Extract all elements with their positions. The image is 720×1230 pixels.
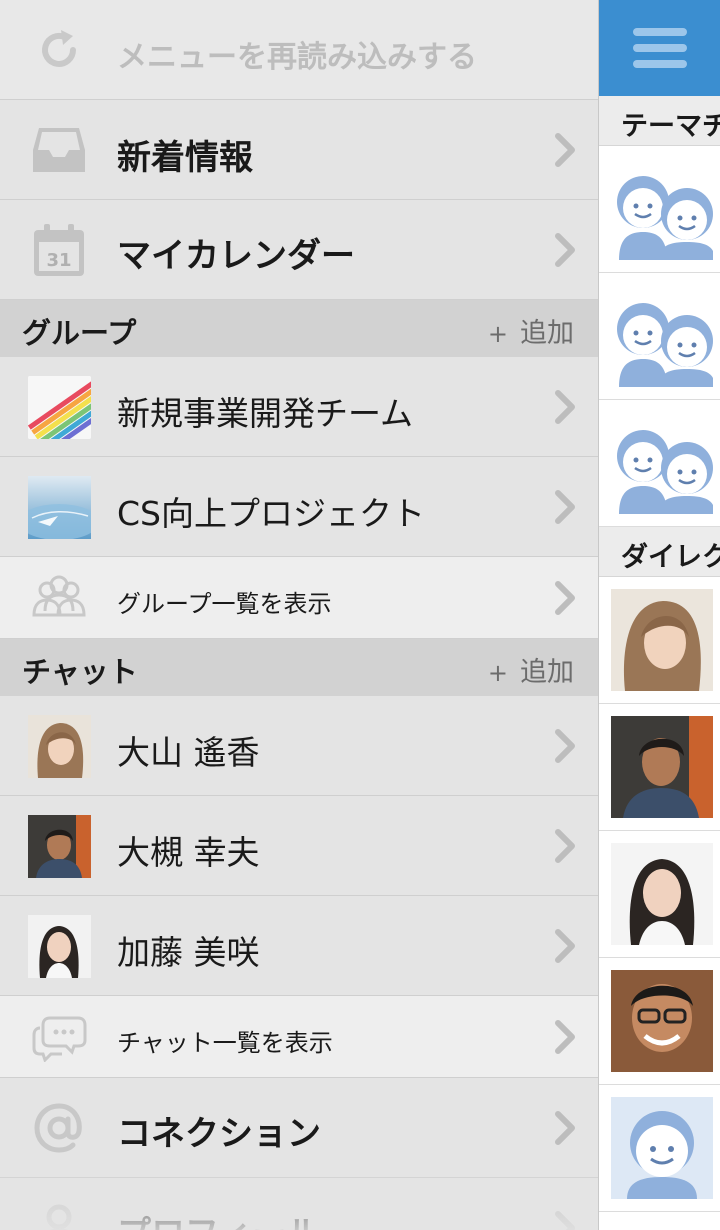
chevron-right-icon <box>555 929 575 963</box>
chat-item[interactable]: 大山 遙香 <box>0 696 598 796</box>
group-thumbnail <box>27 475 91 539</box>
group-section-header: グループ + 追加 <box>0 300 598 357</box>
chevron-right-icon <box>555 133 575 167</box>
avatar <box>611 970 713 1072</box>
group-people-icon <box>27 566 91 630</box>
chevron-right-icon <box>555 490 575 524</box>
profile-label: プロフィール <box>117 1206 320 1230</box>
theme-chat-row[interactable] <box>599 400 720 527</box>
theme-chat-row[interactable] <box>599 146 720 273</box>
avatar <box>27 814 91 878</box>
chevron-right-icon <box>555 829 575 863</box>
news-label: 新着情報 <box>117 138 253 178</box>
group-item-label: CS向上プロジェクト <box>117 494 425 533</box>
profile-menu-item[interactable]: プロフィール <box>0 1178 598 1230</box>
reload-icon <box>27 18 91 82</box>
theme-chat-section-header: テーマチャット <box>599 96 720 146</box>
chat-item-label: 大槻 幸夫 <box>117 833 260 872</box>
group-list-link[interactable]: グループ一覧を表示 <box>0 557 598 639</box>
connection-menu-item[interactable]: コネクション <box>0 1078 598 1178</box>
direct-chat-row[interactable] <box>599 831 720 958</box>
group-section-title: グループ <box>22 316 137 350</box>
chat-list-label: チャット一覧を表示 <box>117 1029 333 1057</box>
main-content-peek[interactable]: テーマチャット <box>598 0 720 1230</box>
at-sign-icon <box>27 1096 91 1160</box>
chevron-right-icon <box>555 233 575 267</box>
add-chat-button[interactable]: + 追加 <box>488 650 574 689</box>
direct-chat-row[interactable] <box>599 704 720 831</box>
group-item-label: 新規事業開発チーム <box>117 394 414 433</box>
chevron-right-icon <box>555 1020 575 1054</box>
chat-bubbles-icon <box>27 1005 91 1069</box>
chat-item[interactable]: 大槻 幸夫 <box>0 796 598 896</box>
avatar <box>27 714 91 778</box>
chat-item-label: 大山 遙香 <box>117 733 260 772</box>
calendar-icon: 31 <box>27 218 91 282</box>
chat-list-link[interactable]: チャット一覧を表示 <box>0 996 598 1078</box>
globe-image <box>27 475 91 539</box>
profile-icon <box>27 1196 91 1230</box>
plus-icon: + <box>487 659 508 687</box>
calendar-label: マイカレンダー <box>117 236 355 276</box>
group-avatar-icon <box>611 412 713 514</box>
connection-label: コネクション <box>117 1114 321 1154</box>
group-avatar-icon <box>611 158 713 260</box>
add-group-button[interactable]: + 追加 <box>488 311 574 350</box>
direct-chat-row[interactable] <box>599 577 720 704</box>
svg-text:31: 31 <box>46 250 71 271</box>
group-thumbnail <box>27 375 91 439</box>
theme-chat-section-title: テーマチャット <box>621 111 720 142</box>
color-pencils-image <box>27 375 91 439</box>
group-item[interactable]: 新規事業開発チーム <box>0 357 598 457</box>
direct-chat-section-title: ダイレクトチャット <box>621 542 720 573</box>
direct-chat-row[interactable] <box>599 958 720 1085</box>
chat-section-title: チャット <box>22 655 138 689</box>
reload-label: メニューを再読み込みする <box>117 40 477 75</box>
chat-section-header: チャット + 追加 <box>0 639 598 696</box>
menu-toggle-button[interactable] <box>599 0 720 96</box>
avatar <box>611 843 713 945</box>
chevron-right-icon <box>555 729 575 763</box>
avatar <box>611 589 713 691</box>
group-item[interactable]: CS向上プロジェクト <box>0 457 598 557</box>
default-avatar-icon <box>611 1097 713 1199</box>
plus-icon: + <box>487 320 508 348</box>
avatar <box>27 914 91 978</box>
direct-chat-row[interactable] <box>599 1085 720 1212</box>
chevron-right-icon <box>555 1111 575 1145</box>
calendar-menu-item[interactable]: 31 マイカレンダー <box>0 200 598 300</box>
direct-chat-section-header: ダイレクトチャット <box>599 527 720 577</box>
chevron-right-icon <box>555 390 575 424</box>
reload-menu-item[interactable]: メニューを再読み込みする <box>0 0 598 100</box>
chat-item-label: 加藤 美咲 <box>117 933 260 972</box>
inbox-icon <box>27 118 91 182</box>
theme-chat-row[interactable] <box>599 273 720 400</box>
news-menu-item[interactable]: 新着情報 <box>0 100 598 200</box>
chevron-right-icon <box>555 581 575 615</box>
group-list-label: グループ一覧を表示 <box>117 590 332 618</box>
side-menu: メニューを再読み込みする 新着情報 31 マイカレンダー グループ + 追加 新… <box>0 0 598 1230</box>
group-avatar-icon <box>611 285 713 387</box>
hamburger-icon <box>633 28 687 68</box>
chat-item[interactable]: 加藤 美咲 <box>0 896 598 996</box>
avatar <box>611 716 713 818</box>
chevron-right-icon <box>555 1211 575 1230</box>
